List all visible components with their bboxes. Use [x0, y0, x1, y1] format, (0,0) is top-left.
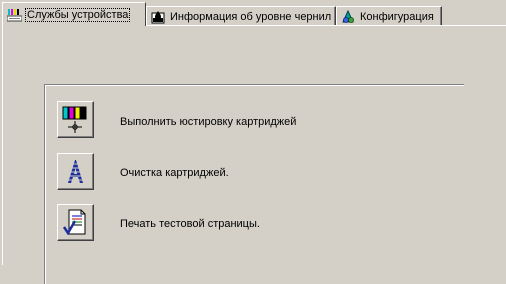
configuration-icon [342, 10, 354, 23]
cartridge-align-icon [62, 106, 87, 133]
clean-cartridges-button[interactable] [57, 153, 94, 190]
ink-drop-icon [151, 11, 165, 24]
print-test-page-button[interactable] [57, 204, 94, 241]
printer-services-icon [7, 8, 22, 21]
tab-device-services[interactable]: Службы устройства [2, 2, 146, 26]
print-test-page-label: Печать тестовой страницы. [120, 218, 260, 230]
align-cartridges-label: Выполнить юстировку картриджей [120, 116, 297, 128]
tab-label: Конфигурация [360, 11, 434, 23]
services-group [44, 84, 464, 284]
tab-configuration[interactable]: Конфигурация [336, 6, 442, 27]
clean-cartridges-label: Очистка картриджей. [120, 167, 229, 179]
align-cartridges-button[interactable] [57, 101, 94, 138]
cartridge-clean-icon [65, 160, 86, 183]
tab-label: Информация об уровне чернил [170, 11, 332, 23]
tab-ink-level-info[interactable]: Информация об уровне чернил [146, 6, 336, 27]
tab-label: Службы устройства [24, 7, 131, 22]
test-page-icon [62, 209, 86, 236]
